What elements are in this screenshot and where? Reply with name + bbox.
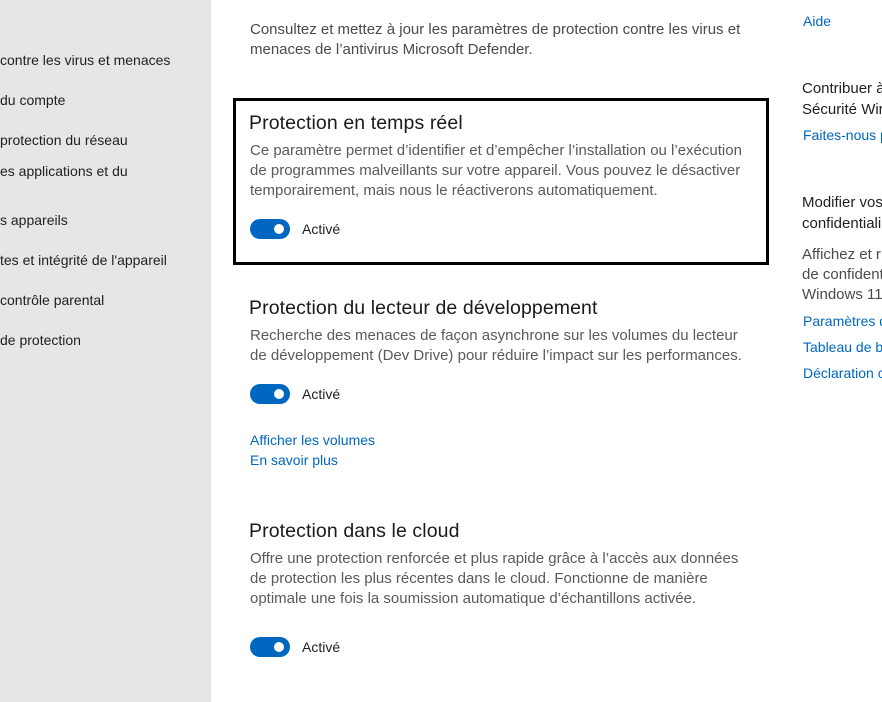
section-title: Protection dans le cloud xyxy=(249,520,460,542)
sidebar-item-app-browser-control[interactable]: es applications et du xyxy=(0,163,128,179)
contribute-title-line-2: Sécurité Wir xyxy=(802,101,882,118)
toggle-state-label: Activé xyxy=(302,639,341,655)
section-description: Ce paramètre permet d’identifier et d’em… xyxy=(250,142,742,199)
privacy-title-line-1: Modifier vos xyxy=(802,194,882,211)
section-cloud-protection: Protection dans le cloud Offre une prote… xyxy=(249,520,769,657)
toggle-row: Activé xyxy=(250,384,340,404)
toggle-knob xyxy=(274,642,284,652)
toggle-row: Activé xyxy=(250,219,340,239)
sidebar-item-device-security[interactable]: s appareils xyxy=(0,212,68,228)
feedback-link[interactable]: Faites-nous p xyxy=(803,127,882,143)
privacy-statement-link[interactable]: Déclaration c xyxy=(803,365,882,381)
sidebar-item-firewall-network[interactable]: protection du réseau xyxy=(0,132,128,148)
privacy-text-line-2: de confident xyxy=(802,266,882,283)
dev-drive-protection-toggle[interactable] xyxy=(250,384,290,404)
help-link[interactable]: Aide xyxy=(803,13,831,29)
sidebar-item-family-options[interactable]: contrôle parental xyxy=(0,292,104,308)
contribute-title-line-1: Contribuer à xyxy=(802,80,882,97)
intro-description: Consultez et mettez à jour les paramètre… xyxy=(250,21,741,58)
section-title: Protection du lecteur de développement xyxy=(249,297,598,319)
sidebar-navigation: contre les virus et menaces du compte pr… xyxy=(0,0,211,702)
main-content: Consultez et mettez à jour les paramètre… xyxy=(211,0,771,702)
section-description: Offre une protection renforcée et plus r… xyxy=(250,550,739,607)
privacy-text-line-3: Windows 11 xyxy=(802,286,882,303)
sidebar-item-virus-threat-protection[interactable]: contre les virus et menaces xyxy=(0,52,170,68)
section-real-time-protection: Protection en temps réel Ce paramètre pe… xyxy=(249,112,769,239)
toggle-state-label: Activé xyxy=(302,221,341,237)
toggle-knob xyxy=(274,389,284,399)
privacy-title-line-2: confidentiali xyxy=(802,215,882,232)
view-volumes-link[interactable]: Afficher les volumes xyxy=(250,430,375,450)
right-panel: Aide Contribuer à Sécurité Wir Faites-no… xyxy=(802,0,882,702)
section-title: Protection en temps réel xyxy=(249,112,463,134)
sidebar-item-device-performance-health[interactable]: tes et intégrité de l'appareil xyxy=(0,252,167,268)
sidebar-item-account-protection[interactable]: du compte xyxy=(0,92,65,108)
section-description: Recherche des menaces de façon asynchron… xyxy=(250,327,742,364)
toggle-row: Activé xyxy=(250,637,340,657)
section-dev-drive-protection: Protection du lecteur de développement R… xyxy=(249,297,769,468)
toggle-state-label: Activé xyxy=(302,386,341,402)
privacy-dashboard-link[interactable]: Tableau de b xyxy=(803,339,882,355)
real-time-protection-toggle[interactable] xyxy=(250,219,290,239)
privacy-settings-link[interactable]: Paramètres d xyxy=(803,313,882,329)
toggle-knob xyxy=(274,224,284,234)
privacy-text-line-1: Affichez et r xyxy=(802,246,881,263)
cloud-protection-toggle[interactable] xyxy=(250,637,290,657)
learn-more-link[interactable]: En savoir plus xyxy=(250,450,375,470)
sidebar-item-protection-history[interactable]: de protection xyxy=(0,332,81,348)
